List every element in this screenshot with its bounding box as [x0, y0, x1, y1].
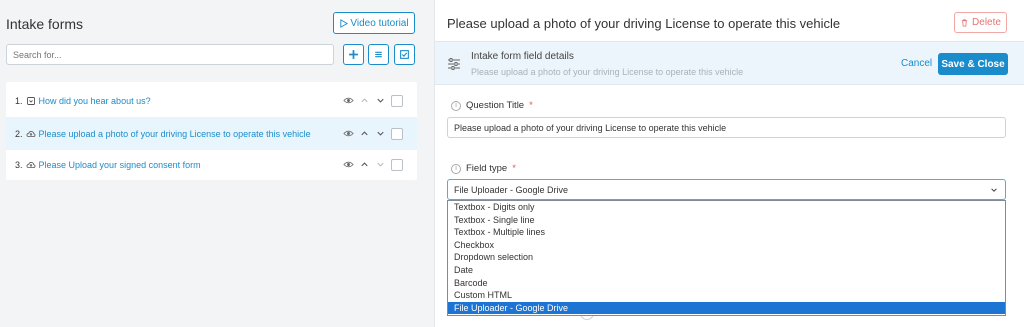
- chevron-up-icon[interactable]: [359, 128, 370, 139]
- subhead-subtitle: Please upload a photo of your driving Li…: [471, 67, 744, 77]
- item-label[interactable]: How did you hear about us?: [39, 96, 151, 106]
- eye-icon[interactable]: [343, 159, 354, 170]
- search-input[interactable]: [6, 44, 334, 65]
- play-icon: [340, 18, 349, 28]
- list-icon: [375, 51, 382, 58]
- video-tutorial-button[interactable]: Video tutorial: [333, 12, 415, 34]
- row-checkbox[interactable]: [391, 127, 403, 140]
- list-item[interactable]: 2. Please upload a photo of your driving…: [6, 117, 417, 150]
- row-checkbox[interactable]: [391, 158, 403, 171]
- page-title: Please upload a photo of your driving Li…: [447, 16, 841, 31]
- item-label[interactable]: Please upload a photo of your driving Li…: [39, 129, 311, 139]
- intake-forms-panel: Intake forms Video tutorial 1. How did y…: [0, 0, 420, 327]
- cloud-upload-icon: [26, 161, 35, 168]
- trash-icon: [961, 19, 968, 27]
- question-title-text: Question Title: [466, 100, 525, 111]
- required-mark: *: [529, 100, 533, 111]
- panel-title: Intake forms: [6, 16, 84, 32]
- dropdown-option[interactable]: Textbox - Single line: [448, 214, 1005, 227]
- dropdown-option[interactable]: Barcode: [448, 277, 1005, 290]
- dropdown-option[interactable]: Textbox - Multiple lines: [448, 226, 1005, 239]
- item-number: 2.: [15, 128, 23, 139]
- dropdown-option[interactable]: Textbox - Digits only: [448, 201, 1005, 214]
- add-button[interactable]: [343, 44, 364, 65]
- field-type-text: Field type: [466, 163, 508, 174]
- dropdown-option[interactable]: Custom HTML: [448, 289, 1005, 302]
- checkbox-icon: [400, 50, 409, 59]
- field-details-header: Intake form field details Please upload …: [435, 41, 1024, 85]
- item-label[interactable]: Please Upload your signed consent form: [39, 160, 201, 170]
- info-icon: i: [451, 163, 461, 174]
- info-icon: i: [451, 100, 461, 111]
- field-type-value: File Uploader - Google Drive: [454, 184, 569, 195]
- subhead-title: Intake form field details: [471, 51, 574, 62]
- list-item[interactable]: 1. How did you hear about us?: [6, 84, 417, 117]
- required-mark: *: [512, 163, 516, 174]
- sliders-icon: [448, 58, 460, 70]
- field-type-label: i Field type *: [451, 163, 516, 174]
- dropdown-option-selected[interactable]: File Uploader - Google Drive: [448, 301, 1005, 315]
- list-view-button[interactable]: [368, 44, 389, 65]
- cancel-button[interactable]: Cancel: [901, 58, 932, 69]
- video-tutorial-label: Video tutorial: [350, 17, 409, 29]
- chevron-down-icon: [991, 188, 997, 192]
- question-title-input[interactable]: Please upload a photo of your driving Li…: [447, 117, 1006, 138]
- eye-icon[interactable]: [343, 95, 354, 106]
- item-number: 1.: [15, 95, 23, 106]
- chevron-up-icon[interactable]: [359, 159, 370, 170]
- chevron-up-icon[interactable]: [359, 95, 370, 106]
- dropdown-option[interactable]: Checkbox: [448, 239, 1005, 252]
- dropdown-icon: [26, 96, 35, 105]
- chevron-down-icon[interactable]: [375, 128, 386, 139]
- field-details-panel: Please upload a photo of your driving Li…: [434, 0, 1024, 327]
- eye-icon[interactable]: [343, 128, 354, 139]
- field-type-dropdown: Textbox - Digits only Textbox - Single l…: [447, 200, 1006, 316]
- cloud-upload-icon: [26, 130, 35, 137]
- dropdown-option[interactable]: Dropdown selection: [448, 251, 1005, 264]
- field-type-select[interactable]: File Uploader - Google Drive: [447, 179, 1006, 200]
- delete-button[interactable]: Delete: [954, 12, 1007, 33]
- delete-label: Delete: [972, 17, 1001, 28]
- save-close-button[interactable]: Save & Close: [938, 53, 1008, 75]
- dropdown-option[interactable]: Date: [448, 264, 1005, 277]
- plus-icon: [349, 50, 358, 59]
- item-number: 3.: [15, 159, 23, 170]
- list-item[interactable]: 3. Please Upload your signed consent for…: [6, 148, 417, 181]
- chevron-down-icon[interactable]: [375, 95, 386, 106]
- chevron-down-icon[interactable]: [375, 159, 386, 170]
- select-all-button[interactable]: [394, 44, 415, 65]
- form-field-list: 1. How did you hear about us? 2. Please …: [6, 82, 417, 180]
- question-title-label: i Question Title *: [451, 100, 533, 111]
- row-checkbox[interactable]: [391, 94, 403, 107]
